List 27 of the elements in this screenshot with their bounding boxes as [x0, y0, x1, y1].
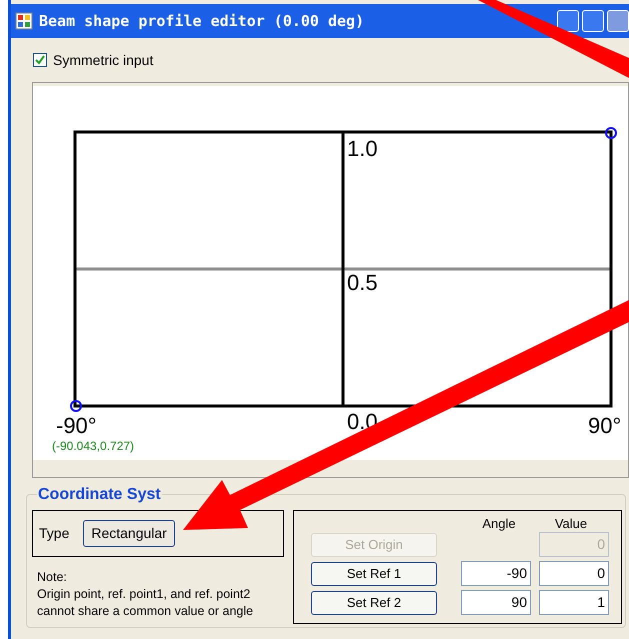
app-icon [15, 12, 33, 30]
note-text: Origin point, ref. point1, and ref. point2 [37, 586, 252, 603]
note-text: cannot share a common value or angle [37, 603, 254, 620]
type-button[interactable]: Rectangular [83, 520, 175, 547]
axis-label: -90° [56, 414, 97, 438]
minimize-button[interactable] [557, 10, 579, 32]
set-button[interactable]: Set Ref 1 [311, 562, 437, 586]
window-title: Beam shape profile editor (0.00 deg) [39, 10, 364, 32]
checkbox[interactable] [33, 53, 47, 67]
cursor-readout: (-90.043,0.727) [52, 439, 134, 453]
checkbox-label: Symmetric input [53, 50, 154, 70]
close-button[interactable] [607, 10, 629, 32]
angle-field[interactable]: -90 [461, 561, 531, 586]
maximize-button[interactable] [582, 10, 604, 32]
control-point[interactable] [70, 400, 82, 412]
value-field[interactable]: 1 [539, 590, 609, 615]
angle-field[interactable]: 90 [461, 590, 531, 615]
axis-label: 0.5 [347, 272, 378, 294]
axis-label: 90° [588, 414, 622, 438]
note-text: Note: [37, 569, 68, 586]
type-label: Type [39, 524, 70, 543]
column-header: Angle [481, 515, 517, 532]
set-button[interactable]: Set Ref 2 [311, 590, 437, 614]
axis-label: 1.0 [347, 138, 378, 160]
control-point[interactable] [605, 127, 617, 139]
column-header: Value [554, 515, 588, 532]
value-field[interactable]: 0 [539, 561, 609, 586]
